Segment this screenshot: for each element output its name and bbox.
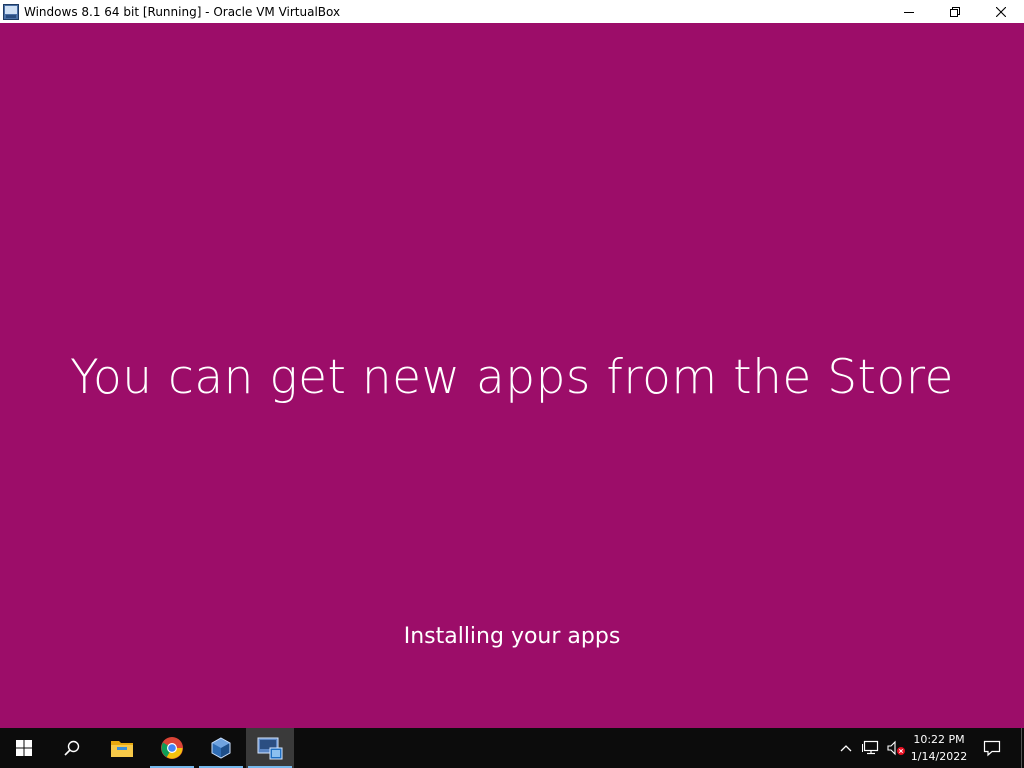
virtualbox-vm-icon[interactable] — [3, 3, 19, 20]
minimize-icon — [904, 11, 914, 13]
start-button[interactable] — [0, 728, 48, 768]
search-icon — [64, 740, 80, 756]
action-center-button[interactable] — [976, 728, 1008, 768]
virtualbox-icon — [211, 737, 231, 759]
clock-button[interactable]: 10:22 PM 1/14/2022 — [904, 728, 974, 768]
network-button[interactable] — [859, 728, 883, 768]
taskbar-chrome[interactable] — [148, 728, 196, 768]
restore-button[interactable] — [932, 0, 978, 23]
show-desktop-divider — [1020, 728, 1022, 768]
minimize-button[interactable] — [886, 0, 932, 23]
taskbar-file-explorer[interactable] — [98, 728, 146, 768]
window-controls — [886, 0, 1024, 23]
window-title: Windows 8.1 64 bit [Running] - Oracle VM… — [24, 4, 341, 19]
clock: 10:22 PM 1/14/2022 — [904, 731, 974, 765]
chevron-up-icon — [840, 745, 852, 752]
close-button[interactable] — [978, 0, 1024, 23]
show-desktop-button[interactable] — [1018, 728, 1024, 768]
network-icon — [862, 740, 879, 755]
taskbar-vm-window[interactable] — [246, 728, 294, 768]
folder-icon — [111, 741, 133, 757]
taskbar-virtualbox[interactable] — [197, 728, 245, 768]
vm-display[interactable]: You can get new apps from the Store Inst… — [0, 23, 1024, 728]
screen: Windows 8.1 64 bit [Running] - Oracle VM… — [0, 0, 1024, 768]
chrome-icon — [161, 737, 183, 759]
action-center-icon — [983, 740, 1001, 757]
windows-logo-icon — [16, 740, 32, 756]
volume-muted-icon — [887, 740, 905, 756]
close-icon — [996, 6, 1006, 17]
taskbar: 10:22 PM 1/14/2022 — [0, 728, 1024, 768]
setup-status: Installing your apps — [403, 624, 621, 649]
setup-headline: You can get new apps from the Store — [70, 350, 954, 405]
clock-date: 1/14/2022 — [910, 750, 968, 763]
show-hidden-icons-button[interactable] — [836, 728, 856, 768]
vm-window-icon — [257, 737, 283, 760]
restore-icon — [950, 6, 960, 17]
window-titlebar[interactable]: Windows 8.1 64 bit [Running] - Oracle VM… — [0, 0, 1024, 23]
clock-time: 10:22 PM — [913, 733, 965, 746]
search-button[interactable] — [48, 728, 96, 768]
